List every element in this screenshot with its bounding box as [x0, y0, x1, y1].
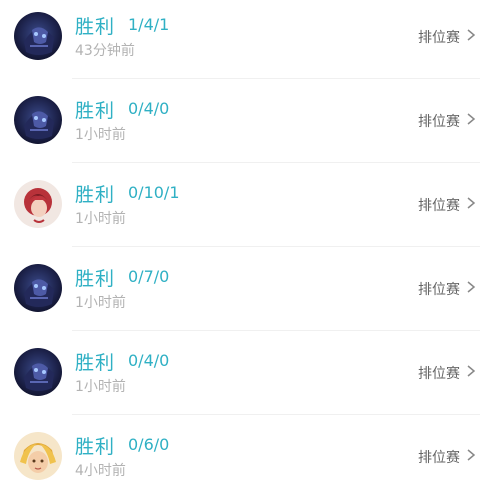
- chevron-right-icon: [464, 196, 478, 210]
- match-mode: 排位赛: [418, 114, 460, 130]
- row-divider: [72, 78, 480, 79]
- match-result: 胜利: [75, 436, 116, 458]
- chevron-right-icon: [464, 28, 478, 42]
- hero-avatar-icon: [14, 348, 62, 396]
- chevron-right-icon: [464, 448, 478, 462]
- match-mode: 排位赛: [418, 282, 460, 298]
- hero-avatar-icon: [14, 180, 62, 228]
- match-row[interactable]: 胜利 0/10/1 1小时前 排位赛: [0, 168, 500, 252]
- match-row[interactable]: 胜利 0/4/0 1小时前 排位赛: [0, 84, 500, 168]
- match-row[interactable]: 胜利 0/4/0 1小时前 排位赛: [0, 336, 500, 420]
- match-row[interactable]: 胜利 1/4/1 43分钟前 排位赛: [0, 0, 500, 84]
- match-mode: 排位赛: [418, 198, 460, 214]
- match-time: 4小时前: [75, 463, 126, 479]
- match-history-list: 胜利 1/4/1 43分钟前 排位赛 胜利 0/4/0 1小时前 排位赛 胜利 …: [0, 0, 500, 502]
- chevron-right-icon: [464, 364, 478, 378]
- match-time: 1小时前: [75, 211, 126, 227]
- match-mode: 排位赛: [418, 450, 460, 466]
- hero-avatar-icon: [14, 12, 62, 60]
- row-divider: [72, 414, 480, 415]
- match-kda: 1/4/1: [128, 15, 170, 34]
- match-kda: 0/6/0: [128, 435, 170, 454]
- hero-avatar-icon: [14, 96, 62, 144]
- match-kda: 0/10/1: [128, 183, 180, 202]
- hero-avatar-icon: [14, 264, 62, 312]
- match-result: 胜利: [75, 352, 116, 374]
- match-result: 胜利: [75, 268, 116, 290]
- match-kda: 0/7/0: [128, 267, 170, 286]
- row-divider: [72, 330, 480, 331]
- match-row[interactable]: 胜利 0/7/0 1小时前 排位赛: [0, 252, 500, 336]
- match-mode: 排位赛: [418, 30, 460, 46]
- match-kda: 0/4/0: [128, 99, 170, 118]
- match-time: 1小时前: [75, 379, 126, 395]
- match-result: 胜利: [75, 100, 116, 122]
- match-result: 胜利: [75, 184, 116, 206]
- match-time: 1小时前: [75, 295, 126, 311]
- match-time: 1小时前: [75, 127, 126, 143]
- match-result: 胜利: [75, 16, 116, 38]
- match-time: 43分钟前: [75, 43, 135, 59]
- match-mode: 排位赛: [418, 366, 460, 382]
- match-row[interactable]: 胜利 0/6/0 4小时前 排位赛: [0, 420, 500, 502]
- row-divider: [72, 162, 480, 163]
- row-divider: [72, 246, 480, 247]
- match-kda: 0/4/0: [128, 351, 170, 370]
- hero-avatar-icon: [14, 432, 62, 480]
- chevron-right-icon: [464, 112, 478, 126]
- chevron-right-icon: [464, 280, 478, 294]
